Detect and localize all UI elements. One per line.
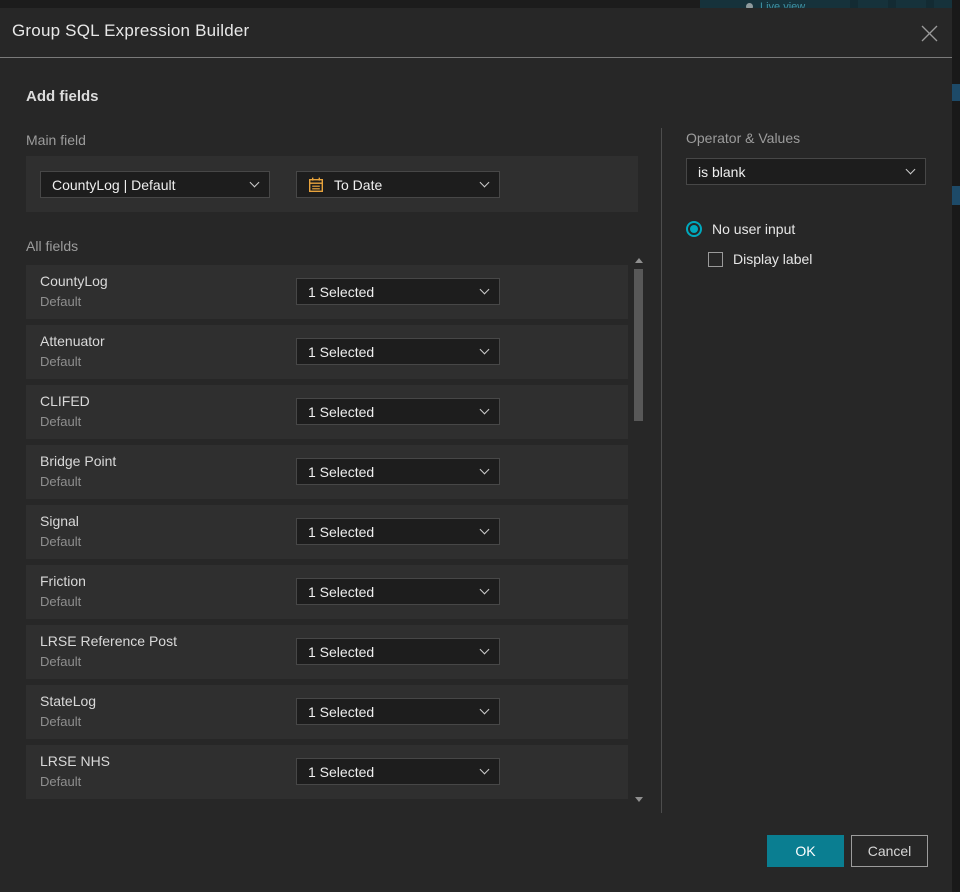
- background-panel-fragment: [952, 186, 960, 205]
- toolbar-divider: [850, 0, 858, 8]
- field-sublabel: Default: [40, 474, 82, 489]
- display-label-option: Display label: [708, 251, 812, 267]
- field-name: CountyLog: [40, 273, 108, 289]
- field-sublabel: Default: [40, 414, 82, 429]
- field-row: Attenuator Default 1 Selected: [26, 325, 628, 379]
- display-label-checkbox[interactable]: [708, 251, 723, 267]
- chevron-down-icon: [479, 464, 490, 475]
- field-row: Signal Default 1 Selected: [26, 505, 628, 559]
- background-app-top-strip: Live view: [0, 0, 960, 8]
- field-selected-dropdown-label: 1 Selected: [308, 463, 375, 480]
- no-user-input-option: No user input: [686, 221, 795, 237]
- field-row: Bridge Point Default 1 Selected: [26, 445, 628, 499]
- chevron-down-icon: [479, 764, 490, 775]
- field-selected-dropdown-label: 1 Selected: [308, 523, 375, 540]
- field-selected-dropdown-label: 1 Selected: [308, 643, 375, 660]
- fields-scrollbar: [631, 255, 647, 803]
- field-row: LRSE Reference Post Default 1 Selected: [26, 625, 628, 679]
- add-fields-heading: Add fields: [26, 88, 99, 105]
- main-field-dropdown[interactable]: CountyLog | Default: [40, 171, 270, 198]
- main-field-panel: CountyLog | Default To Date: [26, 156, 638, 212]
- title-separator: [0, 57, 952, 58]
- all-fields-list: CountyLog Default 1 Selected Attenuator …: [26, 265, 628, 805]
- field-selected-dropdown-label: 1 Selected: [308, 403, 375, 420]
- display-label-label: Display label: [733, 251, 813, 267]
- live-view-label: Live view: [760, 1, 806, 8]
- field-selected-dropdown[interactable]: 1 Selected: [296, 278, 500, 305]
- field-row: Friction Default 1 Selected: [26, 565, 628, 619]
- field-sublabel: Default: [40, 294, 82, 309]
- field-selected-dropdown[interactable]: 1 Selected: [296, 698, 500, 725]
- column-divider: [661, 128, 662, 813]
- field-selected-dropdown-label: 1 Selected: [308, 343, 375, 360]
- operator-values-label: Operator & Values: [686, 130, 801, 146]
- operator-dropdown-value: is blank: [698, 163, 746, 180]
- calendar-icon: [308, 177, 324, 193]
- field-sublabel: Default: [40, 354, 82, 369]
- field-selected-dropdown[interactable]: 1 Selected: [296, 758, 500, 785]
- field-name: Friction: [40, 573, 86, 589]
- screen: Live view Group SQL Expression Builder A…: [0, 0, 960, 892]
- field-name: LRSE NHS: [40, 753, 111, 769]
- dialog-title-bar: Group SQL Expression Builder: [0, 8, 952, 57]
- all-fields-label: All fields: [26, 238, 79, 254]
- field-selected-dropdown[interactable]: 1 Selected: [296, 398, 500, 425]
- toolbar-divider: [926, 0, 934, 8]
- field-name: StateLog: [40, 693, 97, 709]
- cancel-button[interactable]: Cancel: [851, 835, 928, 867]
- field-row: StateLog Default 1 Selected: [26, 685, 628, 739]
- field-selected-dropdown[interactable]: 1 Selected: [296, 458, 500, 485]
- field-row: CLIFED Default 1 Selected: [26, 385, 628, 439]
- field-selected-dropdown[interactable]: 1 Selected: [296, 578, 500, 605]
- field-sublabel: Default: [40, 654, 82, 669]
- chevron-down-icon: [479, 284, 490, 295]
- scrollbar-up-arrow[interactable]: [635, 258, 643, 263]
- close-button[interactable]: [913, 18, 945, 48]
- field-selected-dropdown[interactable]: 1 Selected: [296, 338, 500, 365]
- date-type-dropdown[interactable]: To Date: [296, 171, 500, 198]
- field-name: CLIFED: [40, 393, 90, 409]
- live-view-toolbar: Live view: [700, 0, 960, 8]
- toolbar-divider: [888, 0, 896, 8]
- main-field-label: Main field: [26, 132, 86, 148]
- date-type-dropdown-value: To Date: [334, 176, 383, 193]
- field-selected-dropdown-label: 1 Selected: [308, 703, 375, 720]
- field-selected-dropdown-label: 1 Selected: [308, 283, 375, 300]
- field-selected-dropdown[interactable]: 1 Selected: [296, 518, 500, 545]
- no-user-input-radio[interactable]: [686, 221, 702, 237]
- field-name: Bridge Point: [40, 453, 117, 469]
- field-sublabel: Default: [40, 714, 82, 729]
- close-icon: [921, 25, 937, 41]
- ok-button[interactable]: OK: [767, 835, 844, 867]
- chevron-down-icon: [479, 584, 490, 595]
- field-name: LRSE Reference Post: [40, 633, 177, 649]
- field-sublabel: Default: [40, 534, 82, 549]
- chevron-down-icon: [249, 177, 260, 188]
- field-sublabel: Default: [40, 594, 82, 609]
- main-field-dropdown-value: CountyLog | Default: [52, 176, 176, 193]
- field-name: Signal: [40, 513, 79, 529]
- field-selected-dropdown[interactable]: 1 Selected: [296, 638, 500, 665]
- field-name: Attenuator: [40, 333, 105, 349]
- field-selected-dropdown-label: 1 Selected: [308, 583, 375, 600]
- operator-dropdown[interactable]: is blank: [686, 158, 926, 185]
- chevron-down-icon: [479, 524, 490, 535]
- chevron-down-icon: [479, 404, 490, 415]
- dialog-title: Group SQL Expression Builder: [12, 21, 250, 40]
- chevron-down-icon: [479, 704, 490, 715]
- scrollbar-down-arrow[interactable]: [635, 797, 643, 802]
- field-sublabel: Default: [40, 774, 82, 789]
- background-app-right-strip: [952, 0, 960, 892]
- background-panel-fragment: [952, 84, 960, 101]
- no-user-input-label: No user input: [712, 221, 796, 237]
- field-selected-dropdown-label: 1 Selected: [308, 763, 375, 780]
- chevron-down-icon: [479, 644, 490, 655]
- chevron-down-icon: [905, 164, 916, 175]
- group-sql-expression-builder-dialog: Group SQL Expression Builder Add fields …: [0, 8, 952, 892]
- field-row: CountyLog Default 1 Selected: [26, 265, 628, 319]
- field-row: LRSE NHS Default 1 Selected: [26, 745, 628, 799]
- chevron-down-icon: [479, 344, 490, 355]
- scrollbar-thumb[interactable]: [634, 269, 643, 421]
- chevron-down-icon: [479, 177, 490, 188]
